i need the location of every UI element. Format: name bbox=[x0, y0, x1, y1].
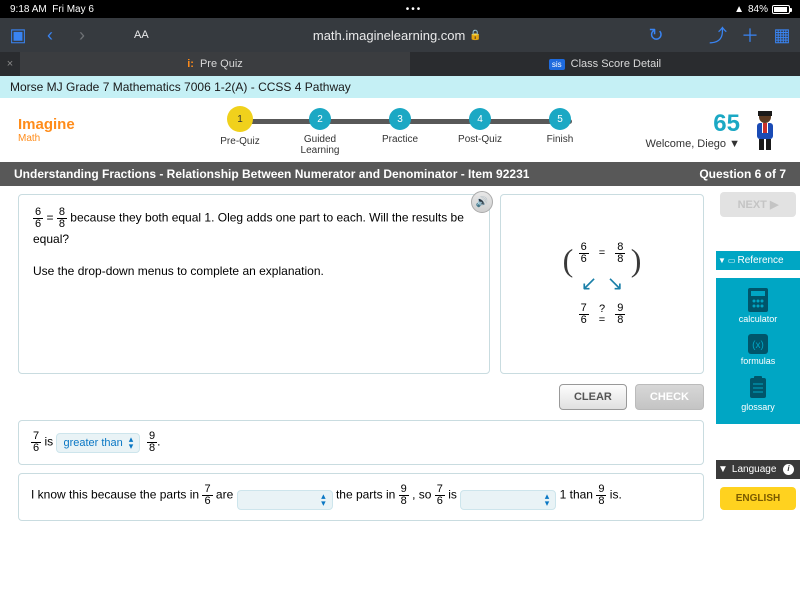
check-button[interactable]: CHECK bbox=[635, 384, 704, 410]
step-postquiz[interactable]: 4Post-Quiz bbox=[440, 108, 520, 145]
dropdown-comparison[interactable]: greater than ▴▾ bbox=[56, 433, 140, 453]
back-icon[interactable]: ‹ bbox=[40, 25, 60, 46]
close-tab-icon[interactable]: × bbox=[0, 52, 20, 76]
welcome-text: Welcome, Diego bbox=[646, 138, 727, 150]
info-icon[interactable]: i bbox=[783, 464, 794, 475]
tabs-icon[interactable]: ▦ bbox=[772, 25, 792, 46]
glossary-tool[interactable]: glossary bbox=[741, 372, 775, 416]
clear-button[interactable]: CLEAR bbox=[559, 384, 627, 410]
curve-left-icon: ↙ bbox=[581, 269, 598, 299]
answer-box-1: 76 is greater than ▴▾ 98. bbox=[18, 420, 704, 465]
diagram-box: ( 66 = 88 ) ↙ ↘ 76 ?= 98 bbox=[500, 194, 704, 374]
logo-sub: Math bbox=[18, 133, 75, 144]
course-title: Morse MJ Grade 7 Mathematics 7006 1-2(A)… bbox=[10, 80, 351, 94]
reference-toggle[interactable]: ▼ ▭Reference bbox=[716, 251, 800, 270]
url-bar[interactable]: math.imaginelearning.com 🔒 bbox=[313, 28, 482, 43]
avatar[interactable] bbox=[748, 108, 782, 152]
svg-text:(x): (x) bbox=[752, 340, 764, 351]
step-finish[interactable]: 5Finish bbox=[520, 108, 600, 145]
item-title-bar: Understanding Fractions - Relationship B… bbox=[0, 162, 800, 186]
score-value: 65 bbox=[646, 110, 740, 138]
status-time: 9:18 AM bbox=[10, 4, 47, 15]
caret-down-icon: ▼ bbox=[718, 256, 726, 265]
user-menu-caret-icon[interactable]: ▼ bbox=[729, 138, 740, 150]
chevron-updown-icon: ▴▾ bbox=[129, 436, 134, 450]
language-english[interactable]: ENGLISH bbox=[720, 487, 796, 510]
step-prequiz[interactable]: 1Pre-Quiz bbox=[200, 108, 280, 147]
logo: Imagine Math bbox=[18, 116, 75, 144]
new-tab-icon[interactable]: ＋ bbox=[740, 22, 760, 48]
question-text-box: 🔊 66 = 88 because they both equal 1. Ole… bbox=[18, 194, 490, 374]
forward-icon[interactable]: › bbox=[72, 25, 92, 46]
caret-down-icon: ▼ bbox=[718, 464, 728, 475]
reader-aa[interactable]: AA bbox=[134, 29, 149, 41]
audio-button[interactable]: 🔊 bbox=[471, 191, 493, 213]
app-header: Imagine Math 1Pre-Quiz 2Guided Learning … bbox=[0, 98, 800, 162]
chevron-updown-icon: ▴▾ bbox=[321, 493, 326, 507]
tab-pre-quiz[interactable]: i: Pre Quiz bbox=[20, 52, 410, 76]
formulas-tool[interactable]: (x) formulas bbox=[741, 330, 776, 370]
sidebar: NEXT ▶ ▼ ▭Reference calculator (x) formu… bbox=[716, 186, 800, 600]
tab-class-score[interactable]: sis Class Score Detail bbox=[410, 52, 800, 76]
course-breadcrumb: Morse MJ Grade 7 Mathematics 7006 1-2(A)… bbox=[0, 76, 800, 98]
answer-box-2: I know this because the parts in 76 are … bbox=[18, 473, 704, 521]
url-text: math.imaginelearning.com bbox=[313, 28, 465, 43]
browser-tabs: × i: Pre Quiz sis Class Score Detail bbox=[0, 52, 800, 76]
progress-steps: 1Pre-Quiz 2Guided Learning 3Practice 4Po… bbox=[200, 108, 600, 156]
formulas-icon: (x) bbox=[748, 334, 768, 354]
ipad-status-bar: 9:18 AM Fri May 6 ••• ▲ 84% bbox=[0, 0, 800, 18]
sis-badge-icon: sis bbox=[549, 59, 565, 70]
chevron-updown-icon: ▴▾ bbox=[545, 493, 550, 507]
browser-toolbar: ▣ ‹ › AA math.imaginelearning.com 🔒 ↻ ⤴ … bbox=[0, 18, 800, 52]
next-button[interactable]: NEXT ▶ bbox=[720, 192, 796, 217]
question-progress: Question 6 of 7 bbox=[699, 167, 786, 181]
calculator-icon bbox=[748, 288, 768, 312]
share-icon[interactable]: ⤴ bbox=[708, 22, 728, 48]
sidebar-icon[interactable]: ▣ bbox=[8, 25, 28, 46]
tab-label: Pre Quiz bbox=[200, 58, 243, 70]
calculator-tool[interactable]: calculator bbox=[739, 284, 778, 328]
battery-icon bbox=[772, 5, 790, 14]
glossary-icon bbox=[748, 376, 768, 400]
question-line1: because they both equal 1. Oleg adds one… bbox=[33, 211, 464, 246]
dropdown-parts-compare[interactable]: ▴▾ bbox=[237, 490, 333, 510]
curve-right-icon: ↘ bbox=[607, 269, 624, 299]
step-practice[interactable]: 3Practice bbox=[360, 108, 440, 145]
tab-label: Class Score Detail bbox=[571, 58, 661, 70]
dropdown-distance[interactable]: ▴▾ bbox=[460, 490, 556, 510]
reload-icon[interactable]: ↻ bbox=[646, 25, 666, 46]
language-toggle[interactable]: ▼ Language i bbox=[716, 460, 800, 479]
multitask-dots[interactable]: ••• bbox=[94, 4, 734, 15]
item-title: Understanding Fractions - Relationship B… bbox=[14, 167, 529, 181]
question-line2: Use the drop-down menus to complete an e… bbox=[33, 262, 475, 280]
speaker-icon: 🔊 bbox=[476, 195, 488, 210]
step-guided[interactable]: 2Guided Learning bbox=[280, 108, 360, 156]
lock-icon: 🔒 bbox=[469, 30, 481, 41]
battery-percent: 84% bbox=[748, 4, 768, 15]
wifi-icon: ▲ bbox=[734, 4, 744, 15]
status-date: Fri May 6 bbox=[52, 4, 94, 15]
content-column: 🔊 66 = 88 because they both equal 1. Ole… bbox=[0, 186, 716, 600]
reference-panel: calculator (x) formulas glossary bbox=[716, 278, 800, 424]
dropdown-value: greater than bbox=[63, 437, 122, 449]
logo-main: Imagine bbox=[18, 116, 75, 133]
prequiz-tab-icon: i: bbox=[187, 58, 194, 70]
